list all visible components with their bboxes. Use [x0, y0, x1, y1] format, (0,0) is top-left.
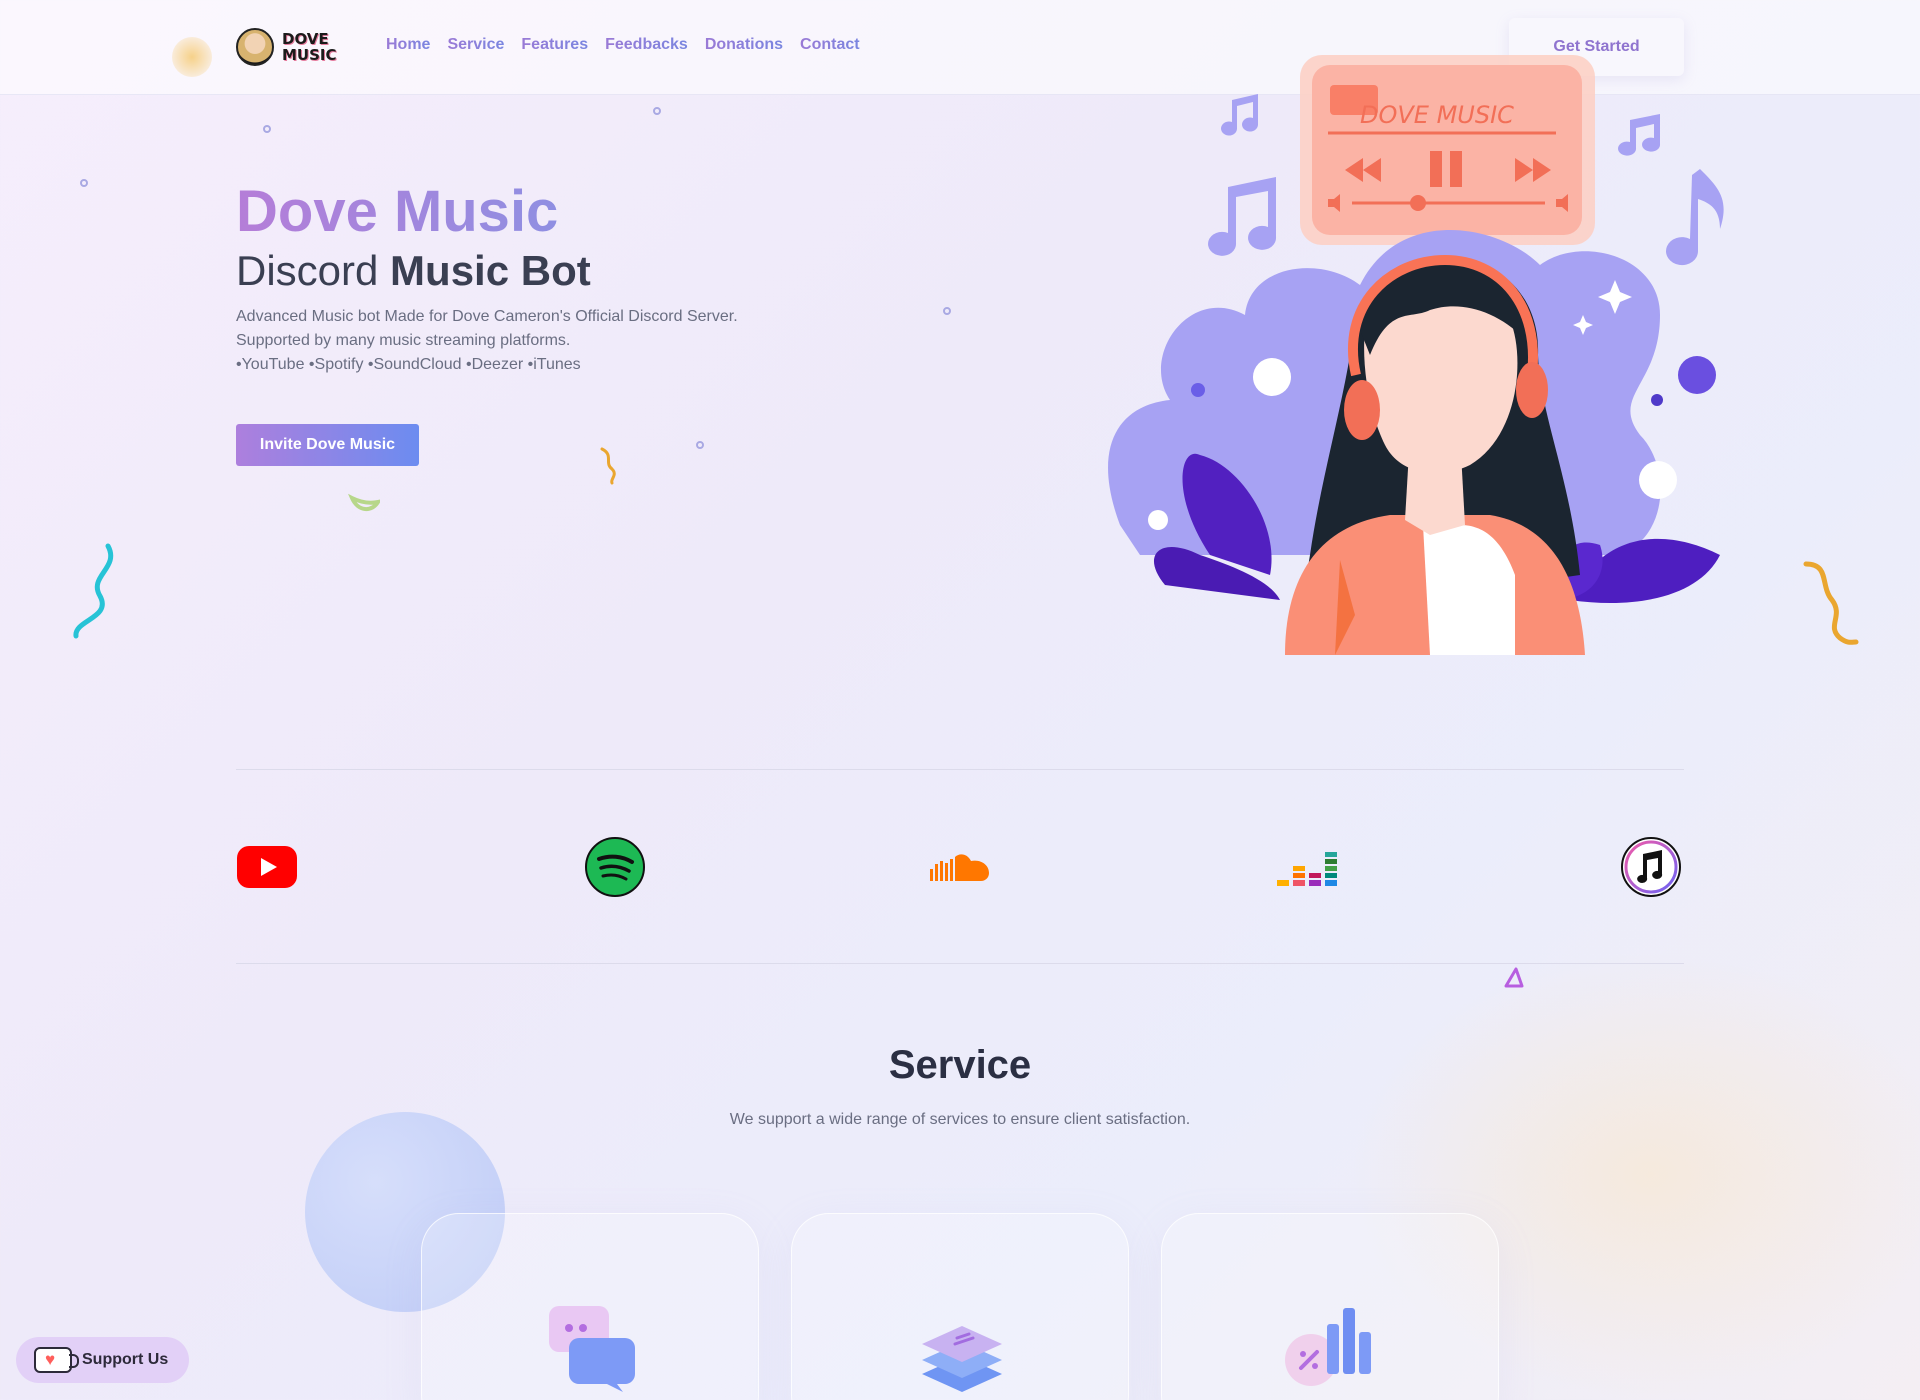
hero-illustration: DOVE MUSIC: [1108, 55, 1724, 655]
hero-description-line: Advanced Music bot Made for Dove Cameron…: [236, 308, 738, 325]
music-player-card: DOVE MUSIC: [1300, 55, 1595, 245]
spotify-icon[interactable]: [584, 836, 646, 898]
nav-donations[interactable]: Donations: [705, 36, 783, 54]
nav-service[interactable]: Service: [447, 36, 504, 54]
brand-logo[interactable]: DOVE MUSIC: [236, 28, 337, 66]
hero-description: Advanced Music bot Made for Dove Cameron…: [236, 305, 796, 377]
decor-dot: [696, 441, 704, 449]
main-nav: Home Service Features Feedbacks Donation…: [386, 36, 860, 54]
bar-chart-icon: [1285, 1308, 1371, 1386]
decor-dot: [80, 179, 88, 187]
youtube-icon[interactable]: [236, 836, 298, 898]
kofi-cup-icon: ♥: [34, 1347, 79, 1373]
support-us-label: Support Us: [82, 1351, 169, 1368]
support-us-button[interactable]: ♥ Support Us: [16, 1337, 189, 1383]
hero-platform-list: •YouTube •Spotify •SoundCloud •Deezer •i…: [236, 356, 581, 373]
hero-subtitle: Discord Music Bot: [236, 247, 591, 295]
service-card[interactable]: [421, 1213, 759, 1400]
decor-triangle: [1504, 967, 1524, 988]
service-title: Service: [888, 1043, 1032, 1087]
hero-description-line: Supported by many music streaming platfo…: [236, 332, 571, 349]
soundcloud-icon[interactable]: [929, 836, 991, 898]
nav-contact[interactable]: Contact: [800, 36, 860, 54]
decor-squiggle-yellow: [600, 447, 616, 485]
service-card[interactable]: [1161, 1213, 1499, 1400]
decor-leaf: [348, 493, 380, 511]
nav-home[interactable]: Home: [386, 36, 430, 54]
decor-dot: [653, 107, 661, 115]
hero-title: Dove Music: [236, 179, 559, 244]
section-divider: [236, 963, 1684, 964]
decor-dot: [943, 307, 951, 315]
svg-text:DOVE MUSIC: DOVE MUSIC: [1360, 101, 1514, 129]
chat-bubbles-icon: [549, 1306, 635, 1392]
service-description: We support a wide range of services to e…: [729, 1111, 1191, 1128]
logo-avatar: [236, 28, 274, 66]
hero-subtitle-bold: Music Bot: [390, 247, 591, 294]
decor-glow: [172, 37, 212, 77]
decor-squiggle-teal: [73, 543, 114, 639]
logo-text: DOVE MUSIC: [282, 30, 337, 64]
hero-subtitle-light: Discord: [236, 247, 391, 294]
itunes-icon[interactable]: [1620, 836, 1682, 898]
invite-button[interactable]: Invite Dove Music: [236, 424, 419, 466]
decor-dot: [263, 125, 271, 133]
nav-feedbacks[interactable]: Feedbacks: [605, 36, 688, 54]
layers-icon: [922, 1326, 1002, 1392]
nav-features[interactable]: Features: [521, 36, 588, 54]
deezer-icon[interactable]: [1275, 836, 1337, 898]
service-card[interactable]: [791, 1213, 1129, 1400]
decor-squiggle-orange: [1803, 561, 1859, 645]
section-divider: [236, 769, 1684, 770]
